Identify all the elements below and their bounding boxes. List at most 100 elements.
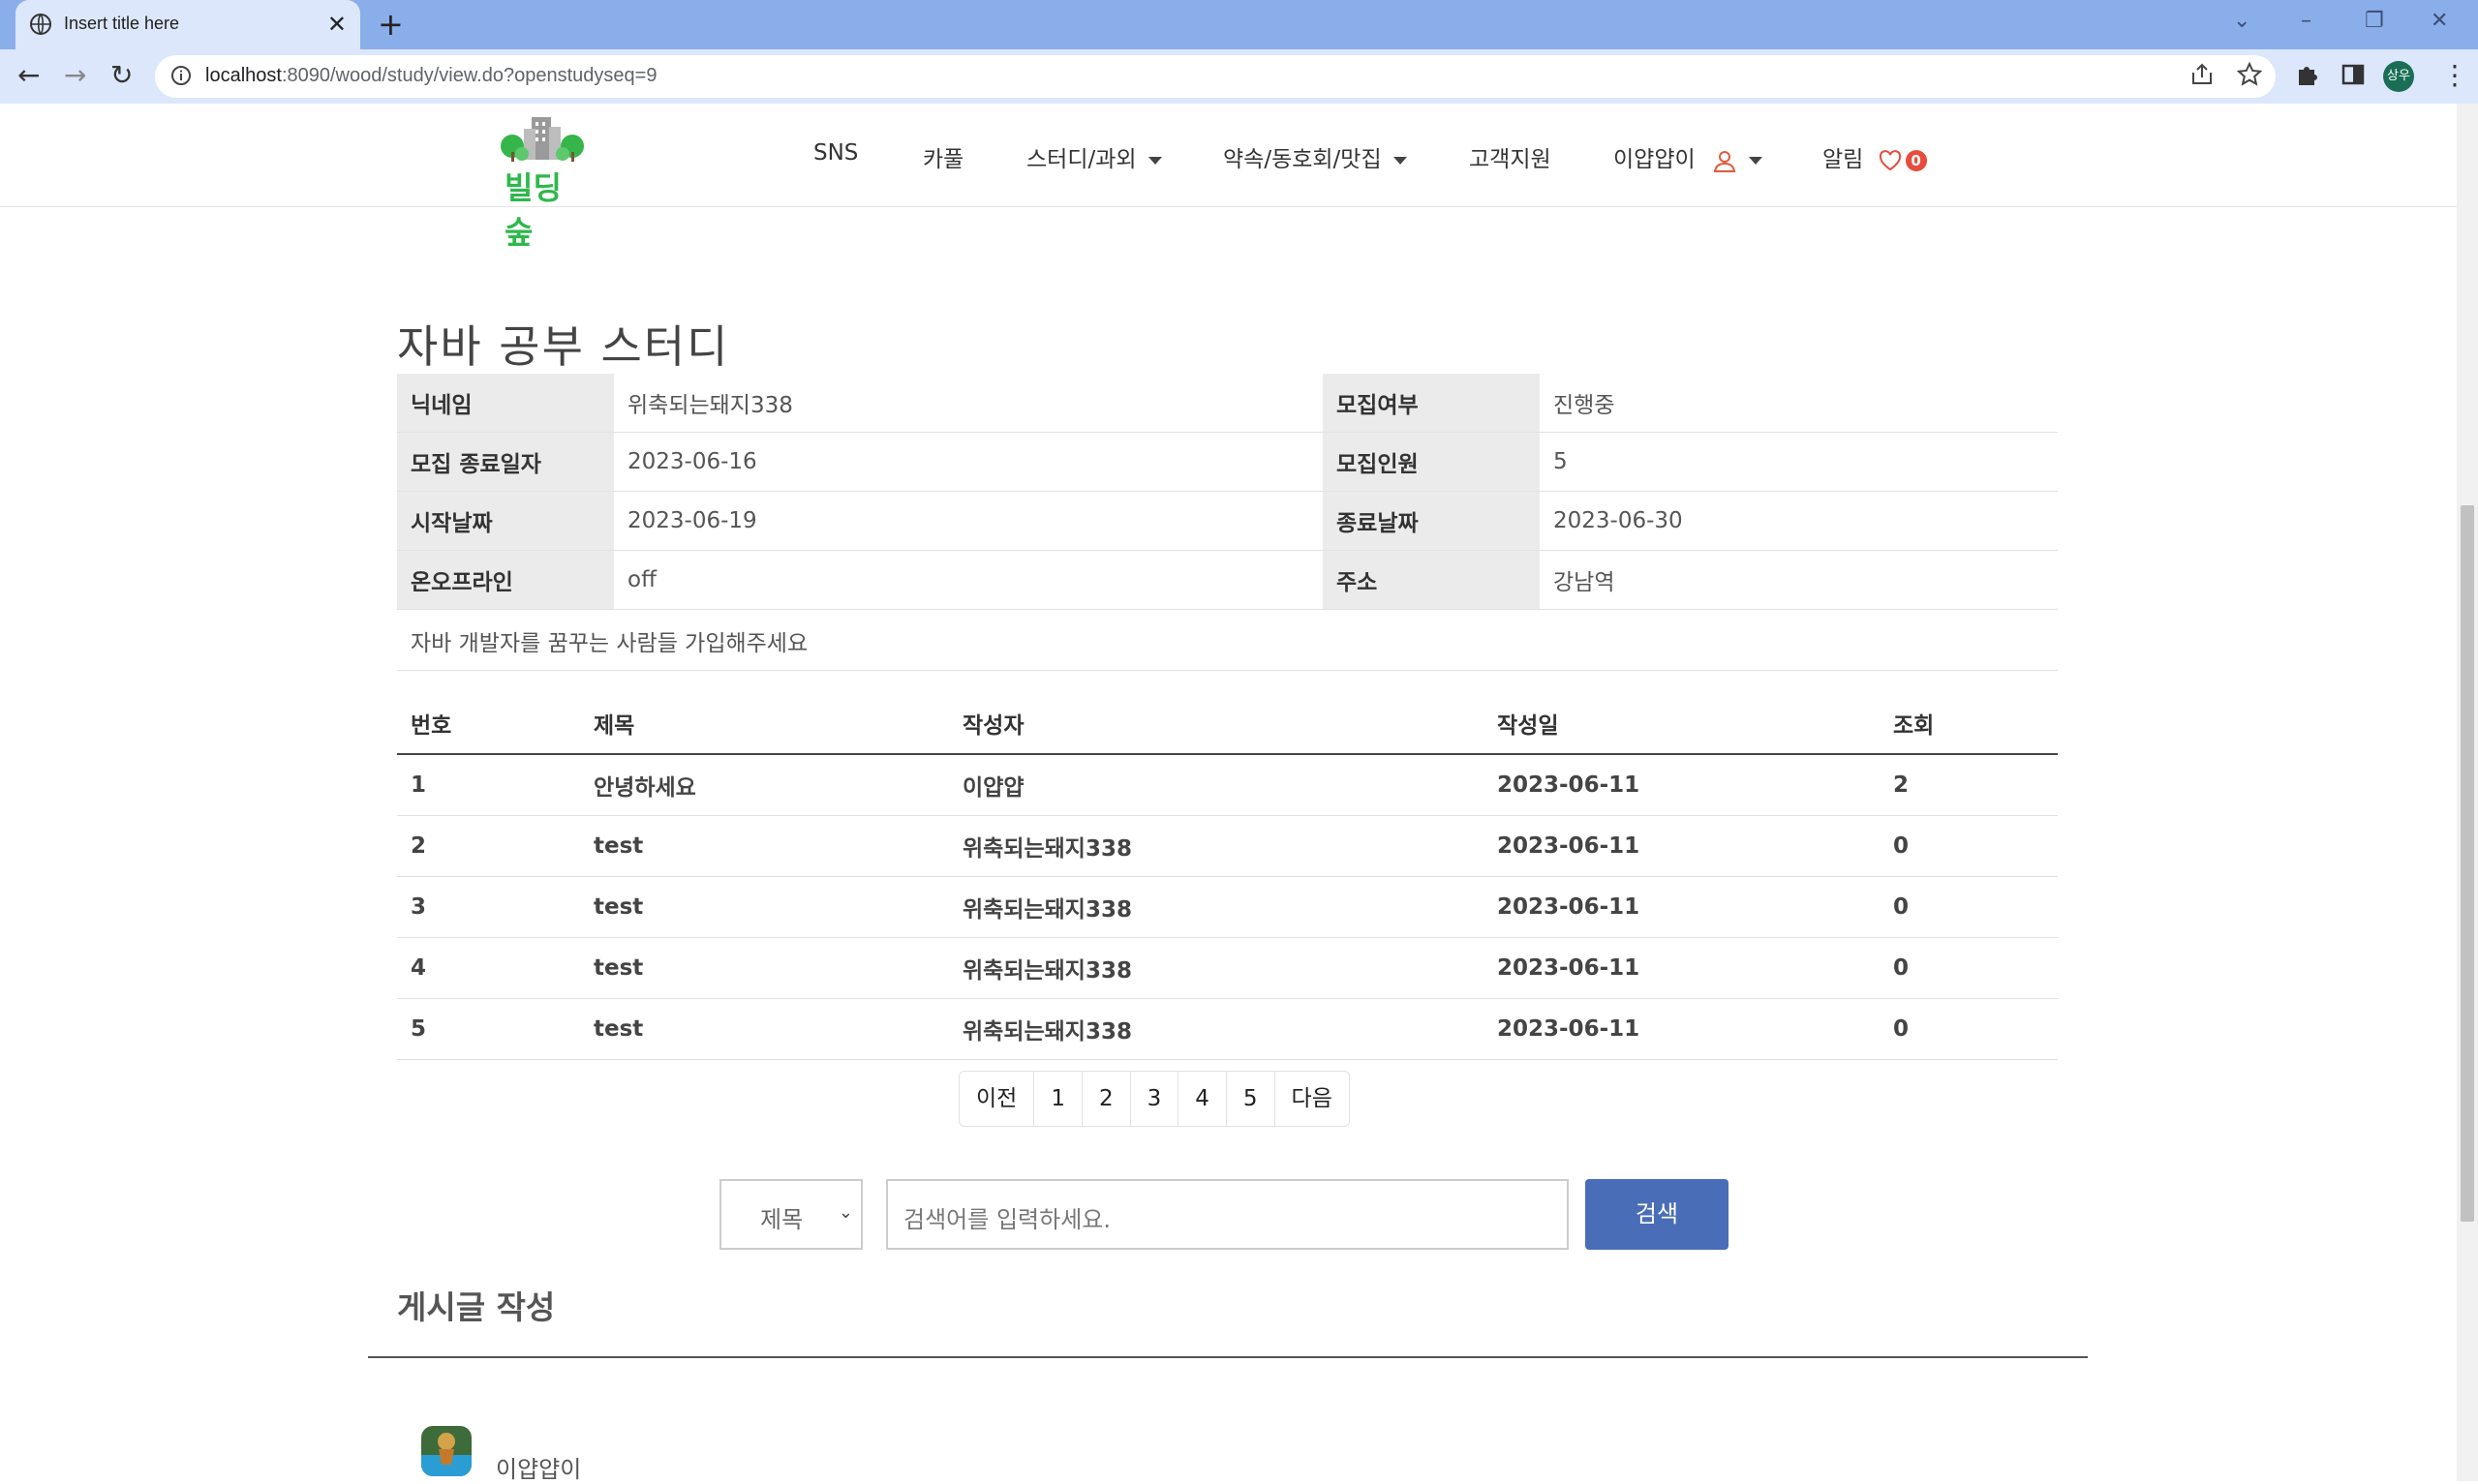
search-type-value: 제목 [760, 1206, 804, 1233]
pagination: 이전 1 2 3 4 5 다음 [959, 1071, 1350, 1127]
col-author: 작성자 [949, 693, 1484, 755]
table-row[interactable]: 2 test 위축되는돼지338 2023-06-11 0 [397, 815, 2058, 877]
nickname-value: 위축되는돼지338 [614, 374, 1323, 433]
page-title: 자바 공부 스터디 [397, 320, 730, 373]
tab-close-icon[interactable]: ✕ [327, 10, 347, 39]
user-icon [1713, 150, 1736, 172]
post-number: 5 [397, 998, 580, 1060]
post-title-link[interactable]: test [580, 876, 949, 938]
page-link-2[interactable]: 2 [1083, 1072, 1131, 1126]
address-bar[interactable]: localhost:8090/wood/study/view.do?openst… [155, 55, 2276, 98]
post-number: 1 [397, 754, 580, 816]
nav-study-label: 스터디/과외 [1026, 147, 1137, 172]
post-author: 위축되는돼지338 [949, 876, 1484, 938]
prev-page-button[interactable]: 이전 [960, 1072, 1035, 1126]
back-icon[interactable]: ← [17, 59, 40, 92]
post-title-link[interactable]: test [580, 937, 949, 999]
post-number: 3 [397, 876, 580, 938]
divider [368, 1356, 2088, 1358]
bookmark-star-icon[interactable] [2236, 61, 2263, 88]
table-row[interactable]: 5 test 위축되는돼지338 2023-06-11 0 [397, 998, 2058, 1060]
forward-icon[interactable]: → [64, 59, 86, 92]
study-info-table: 닉네임 위축되는돼지338 모집여부 진행중 모집 종료일자 2023-06-1… [397, 374, 2058, 610]
side-panel-icon[interactable] [2340, 61, 2367, 88]
write-post-heading: 게시글 작성 [397, 1288, 556, 1326]
post-views: 0 [1880, 937, 2058, 999]
info-row: 닉네임 위축되는돼지338 모집여부 진행중 [397, 374, 2058, 433]
info-row: 온오프라인 off 주소 강남역 [397, 550, 2058, 610]
nav-meetup-label: 약속/동호회/맛집 [1223, 147, 1382, 172]
address-label: 주소 [1323, 550, 1540, 610]
page-link-1[interactable]: 1 [1034, 1072, 1083, 1126]
address-value: 강남역 [1540, 550, 2058, 610]
online-value: off [614, 550, 1323, 610]
site-navbar: 빌딩숲 SNS 카풀 스터디/과외 약속/동호회/맛집 고객지원 이얍얍이 알림… [0, 104, 2457, 251]
share-icon[interactable] [2188, 61, 2216, 88]
info-row: 시작날짜 2023-06-19 종료날짜 2023-06-30 [397, 491, 2058, 551]
page-link-5[interactable]: 5 [1227, 1072, 1275, 1126]
extensions-puzzle-icon[interactable] [2293, 61, 2320, 88]
nav-meetup-dropdown[interactable]: 약속/동호회/맛집 [1223, 140, 1407, 173]
nav-sns[interactable]: SNS [813, 140, 858, 166]
post-author: 위축되는돼지338 [949, 937, 1484, 999]
nav-alarm-label: 알림 [1822, 147, 1864, 172]
recruit-status-value: 진행중 [1540, 374, 2058, 433]
site-logo[interactable]: 빌딩숲 [499, 113, 588, 251]
author-avatar [421, 1426, 472, 1476]
post-views: 0 [1880, 998, 2058, 1060]
end-date-value: 2023-06-30 [1540, 491, 2058, 551]
url-text: localhost:8090/wood/study/view.do?openst… [205, 65, 657, 87]
scrollbar-thumb[interactable] [2461, 505, 2474, 1222]
end-date-label: 종료날짜 [1323, 491, 1540, 551]
profile-avatar[interactable]: 상우 [2383, 61, 2414, 92]
page-link-3[interactable]: 3 [1131, 1072, 1179, 1126]
browser-tab-strip: Insert title here ✕ + ⌄ – ❐ ✕ [0, 0, 2478, 49]
search-input[interactable]: 검색어를 입력하세요. [886, 1179, 1569, 1250]
more-menu-icon[interactable]: ⋮ [2441, 59, 2468, 92]
restore-icon[interactable]: ❐ [2365, 9, 2384, 34]
table-row[interactable]: 3 test 위축되는돼지338 2023-06-11 0 [397, 876, 2058, 938]
notification-count-badge: 0 [1905, 149, 1927, 171]
nav-carpool[interactable]: 카풀 [923, 140, 964, 173]
post-number: 2 [397, 815, 580, 877]
site-info-icon[interactable] [170, 65, 192, 86]
recruit-end-label: 모집 종료일자 [397, 432, 614, 492]
post-date: 2023-06-11 [1484, 815, 1880, 877]
nav-study-dropdown[interactable]: 스터디/과외 [1026, 140, 1162, 173]
post-author: 이얍얍 [949, 754, 1484, 816]
minimize-icon[interactable]: – [2301, 9, 2311, 34]
post-title-link[interactable]: test [580, 815, 949, 877]
heart-icon [1879, 149, 1901, 170]
browser-toolbar: ← → ↻ localhost:8090/wood/study/view.do?… [0, 49, 2478, 104]
recruit-count-value: 5 [1540, 432, 2058, 492]
nav-alarm[interactable]: 알림 0 [1822, 140, 1927, 173]
browser-tab[interactable]: Insert title here ✕ [15, 0, 360, 49]
logo-text: 빌딩숲 [505, 169, 562, 251]
search-button[interactable]: 검색 [1585, 1179, 1728, 1250]
post-date: 2023-06-11 [1484, 876, 1880, 938]
tab-search-chevron-icon[interactable]: ⌄ [2233, 9, 2250, 34]
reload-icon[interactable]: ↻ [110, 59, 133, 92]
new-tab-button[interactable]: + [378, 7, 404, 42]
chevron-down-icon [1748, 156, 1762, 165]
next-page-button[interactable]: 다음 [1275, 1072, 1349, 1126]
post-author: 위축되는돼지338 [949, 998, 1484, 1060]
page-link-4[interactable]: 4 [1178, 1072, 1227, 1126]
nickname-label: 닉네임 [397, 374, 614, 433]
search-type-select[interactable]: 제목 ⌄ [719, 1179, 863, 1250]
close-window-icon[interactable]: ✕ [2431, 9, 2448, 34]
post-list-table: 번호 제목 작성자 작성일 조회 1 안녕하세요 이얍얍 2023-06-11 … [397, 693, 2058, 1060]
nav-support[interactable]: 고객지원 [1469, 140, 1551, 173]
study-description-text: 자바 개발자를 꿈꾸는 사람들 가입해주세요 [411, 631, 809, 656]
post-title-link[interactable]: 안녕하세요 [580, 754, 949, 816]
recruit-end-value: 2023-06-16 [614, 432, 1323, 492]
post-number: 4 [397, 937, 580, 999]
nav-user-label: 이얍얍이 [1613, 147, 1696, 172]
post-date: 2023-06-11 [1484, 937, 1880, 999]
url-path: :8090/wood/study/view.do?openstudyseq=9 [281, 65, 658, 86]
post-date: 2023-06-11 [1484, 998, 1880, 1060]
table-row[interactable]: 1 안녕하세요 이얍얍 2023-06-11 2 [397, 754, 2058, 816]
post-title-link[interactable]: test [580, 998, 949, 1060]
nav-user-dropdown[interactable]: 이얍얍이 [1613, 140, 1762, 173]
table-row[interactable]: 4 test 위축되는돼지338 2023-06-11 0 [397, 937, 2058, 999]
